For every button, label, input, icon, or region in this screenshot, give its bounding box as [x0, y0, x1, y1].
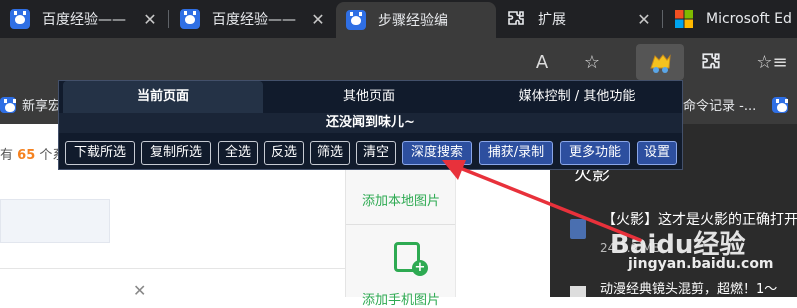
extension-toolbar-button[interactable]: [636, 44, 684, 80]
video-thumbnail[interactable]: [570, 286, 586, 297]
tab-microsoft-edge[interactable]: Microsoft Ed: [664, 0, 797, 38]
add-local-image-button[interactable]: 添加本地图片: [346, 190, 456, 209]
stat-text: 有 65 个系: [0, 144, 65, 163]
baidu-paw-icon: [0, 96, 16, 113]
tab-label: 步骤经验编: [378, 13, 448, 29]
video-item-title[interactable]: 动漫经典镜头混剪，超燃！1～: [600, 278, 777, 297]
favorites-glyph: ☆≡: [756, 51, 788, 73]
invert-selection-button[interactable]: 反选: [264, 141, 304, 165]
close-tab-icon[interactable]: ✕: [308, 10, 328, 29]
tab-media-control[interactable]: 媒体控制 / 其他功能: [477, 81, 677, 113]
copy-selected-button[interactable]: 复制所选: [141, 141, 211, 165]
tab-current-page[interactable]: 当前页面: [63, 81, 263, 113]
read-aloud-icon[interactable]: A: [528, 48, 556, 76]
divider: [346, 224, 456, 225]
extension-popup: 当前页面 其他页面 媒体控制 / 其他功能 还没闻到味儿~ 下载所选 复制所选 …: [58, 80, 683, 170]
bookmark-label: 新享宏: [22, 99, 62, 114]
tab-label: 扩展: [538, 12, 566, 28]
video-thumbnail[interactable]: [570, 219, 586, 239]
extensions-puzzle-icon[interactable]: [697, 48, 725, 76]
bookmark-label: 命令记录 -...: [683, 99, 757, 114]
tab-label: 百度经验——: [42, 12, 126, 28]
tab-label: 百度经验——: [212, 12, 296, 28]
baidu-paw-icon: [180, 9, 200, 29]
baidu-paw-icon: [772, 96, 789, 113]
deep-search-button[interactable]: 深度搜索: [402, 141, 472, 165]
popup-tabs: 当前页面 其他页面 媒体控制 / 其他功能: [59, 81, 682, 113]
clear-button[interactable]: 清空: [356, 141, 396, 165]
close-icon[interactable]: ✕: [133, 281, 146, 300]
star-glyph: ☆: [583, 51, 601, 73]
bookmark-item-left[interactable]: 新享宏: [0, 95, 61, 114]
tab-label: Microsoft Ed: [706, 11, 792, 27]
microsoft-logo-icon: [675, 10, 693, 28]
baidu-paw-icon: [10, 9, 30, 29]
tab-other-pages[interactable]: 其他页面: [269, 81, 469, 113]
close-tab-icon[interactable]: ✕: [140, 10, 160, 29]
select-all-button[interactable]: 全选: [218, 141, 258, 165]
puzzle-icon: [508, 11, 524, 25]
browser-toolbar: A ☆ ☆≡: [0, 38, 797, 86]
tab-step-editor-active[interactable]: 步骤经验编: [336, 2, 496, 38]
filter-button[interactable]: 筛选: [310, 141, 350, 165]
tab-divider: [662, 10, 663, 28]
favorites-list-icon[interactable]: ☆≡: [756, 48, 788, 76]
divider: [0, 268, 345, 269]
puzzle-icon: [702, 53, 720, 69]
tab-baidu-jingyan-2[interactable]: 百度经验—— ✕: [170, 0, 336, 38]
tab-extensions[interactable]: 扩展 ✕: [496, 0, 662, 38]
read-aloud-glyph: A: [535, 51, 549, 73]
download-selected-button[interactable]: 下载所选: [65, 141, 135, 165]
baidu-paw-icon: [346, 10, 366, 30]
watermark-url: jingyan.baidu.com: [628, 256, 774, 272]
close-tab-icon[interactable]: ✕: [634, 10, 654, 29]
settings-button[interactable]: 设置: [637, 141, 677, 165]
tab-baidu-jingyan-1[interactable]: 百度经验—— ✕: [0, 0, 168, 38]
bookmark-item-right[interactable]: 命令记录 -...: [683, 95, 794, 114]
browser-tab-strip: 百度经验—— ✕ 百度经验—— ✕ 步骤经验编 扩展 ✕ Microsoft E…: [0, 0, 797, 38]
tab-divider: [168, 10, 169, 28]
popup-status-text: 还没闻到味儿~: [59, 113, 682, 133]
favorite-star-icon[interactable]: ☆: [578, 48, 606, 76]
content-placeholder-block: [0, 199, 110, 243]
more-functions-button[interactable]: 更多功能: [560, 141, 630, 165]
stat-count: 65: [17, 148, 36, 163]
add-phone-image-button[interactable]: 添加手机图片: [346, 289, 456, 308]
capture-record-button[interactable]: 捕获/录制: [479, 141, 553, 165]
cat-extension-icon: [650, 54, 671, 73]
stat-prefix: 有: [0, 148, 14, 163]
plus-icon: +: [412, 260, 428, 276]
